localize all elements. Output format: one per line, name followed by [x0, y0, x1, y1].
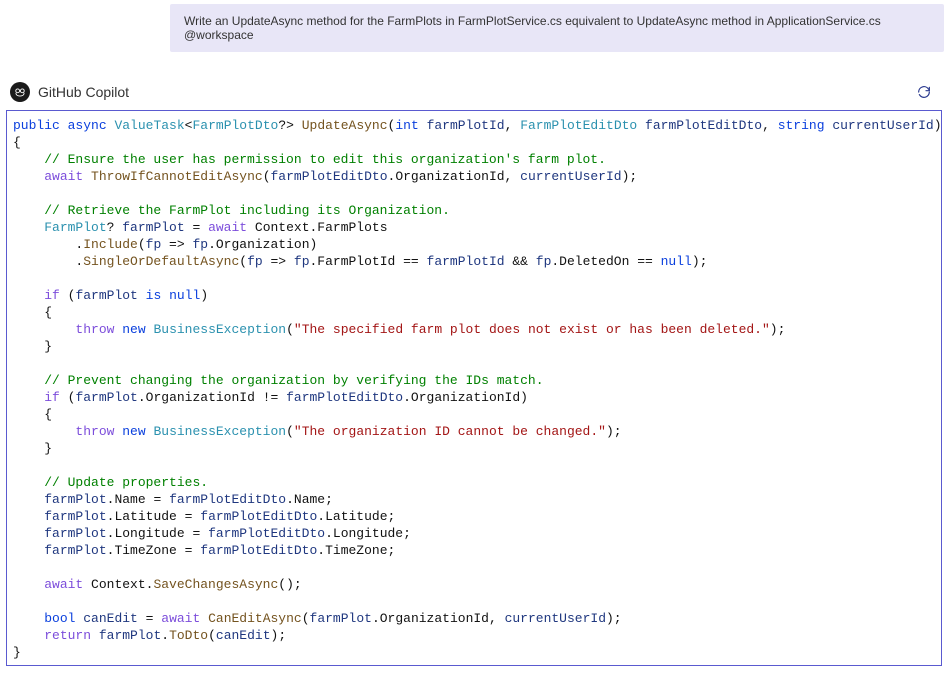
user-prompt: Write an UpdateAsync method for the Farm…	[170, 4, 944, 52]
chat-response: GitHub Copilot public async ValueTask<Fa…	[4, 80, 944, 666]
copilot-icon	[10, 82, 30, 102]
code-content: public async ValueTask<FarmPlotDto?> Upd…	[7, 115, 941, 665]
chat-header: GitHub Copilot	[4, 80, 944, 110]
code-block[interactable]: public async ValueTask<FarmPlotDto?> Upd…	[6, 110, 942, 666]
code-scroll[interactable]: public async ValueTask<FarmPlotDto?> Upd…	[7, 115, 941, 665]
regenerate-button[interactable]	[910, 82, 938, 102]
prompt-text: Write an UpdateAsync method for the Farm…	[184, 14, 881, 42]
chat-sender-name: GitHub Copilot	[38, 84, 129, 100]
